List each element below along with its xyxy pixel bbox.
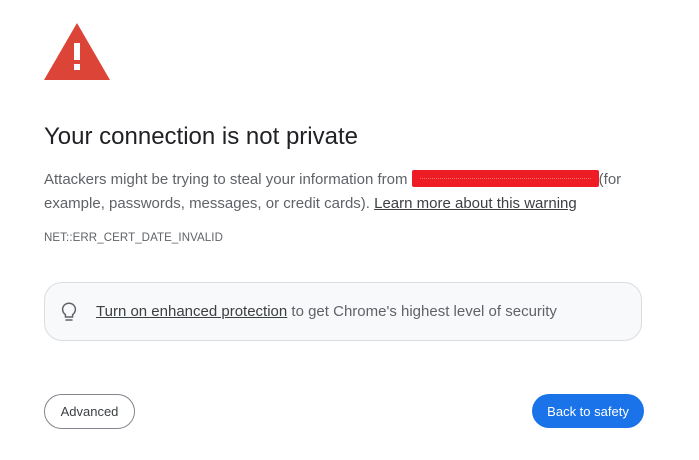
enhanced-protection-text: Turn on enhanced protection to get Chrom… [96,302,557,322]
error-code: NET::ERR_CERT_DATE_INVALID [44,232,223,244]
page-title: Your connection is not private [44,123,358,150]
enhanced-protection-link[interactable]: Turn on enhanced protection [96,303,287,320]
advanced-button[interactable]: Advanced [44,394,135,429]
back-to-safety-button[interactable]: Back to safety [532,394,644,428]
enhanced-protection-description: to get Chrome's highest level of securit… [287,303,557,320]
redacted-hostname [411,170,599,187]
message-text-before: Attackers might be trying to steal your … [44,171,412,188]
warning-message: Attackers might be trying to steal your … [44,168,664,216]
learn-more-link[interactable]: Learn more about this warning [374,195,577,212]
enhanced-protection-box: Turn on enhanced protection to get Chrom… [44,282,642,341]
lightbulb-icon [61,302,77,321]
warning-triangle-icon [44,23,110,80]
interstitial-page: Your connection is not private Attackers… [0,0,699,460]
